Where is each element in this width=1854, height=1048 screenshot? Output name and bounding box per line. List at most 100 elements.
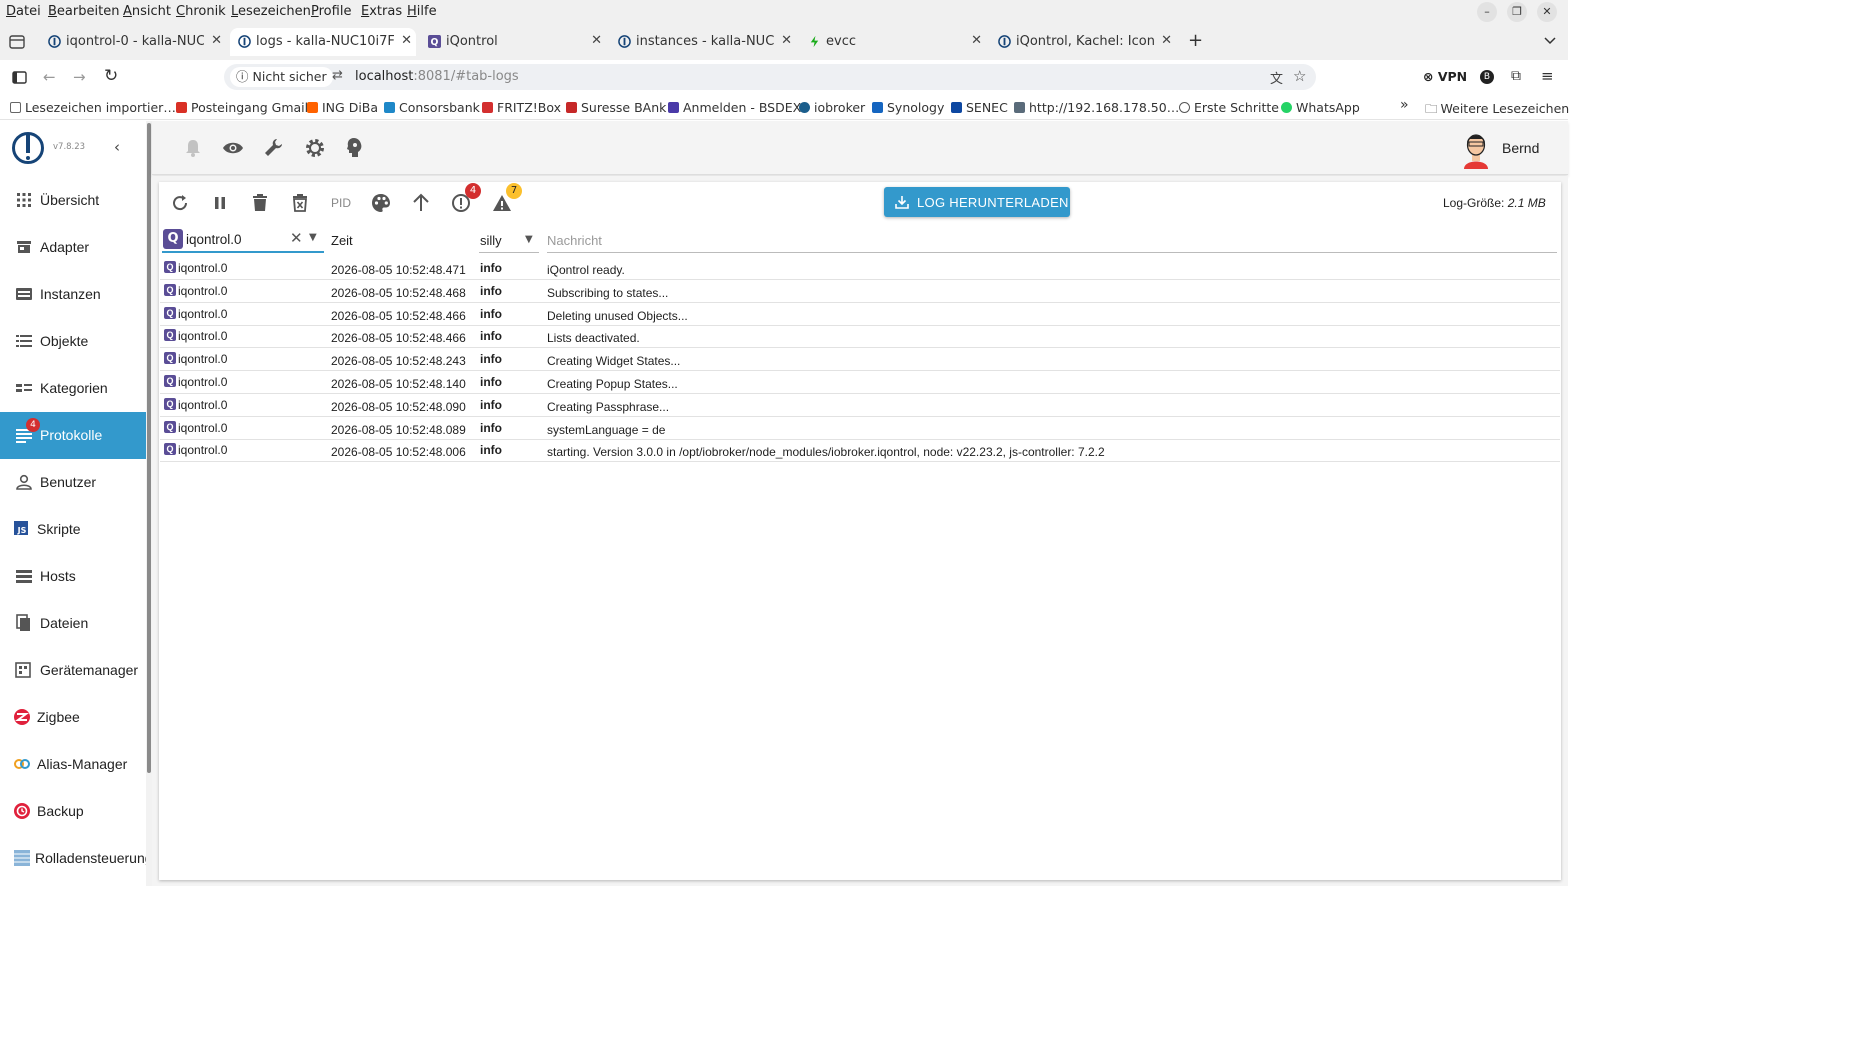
- menu-extras[interactable]: Extras: [361, 4, 402, 19]
- minimize-window-button[interactable]: –: [1477, 2, 1497, 22]
- bookmark-star-icon[interactable]: ☆: [1293, 67, 1306, 85]
- menu-datei[interactable]: Datei: [6, 4, 41, 19]
- bookmark-item[interactable]: Suresse BAnk: [566, 100, 666, 115]
- hamburger-menu-icon[interactable]: ≡: [1541, 67, 1554, 85]
- delete-forever-icon[interactable]: [289, 192, 311, 214]
- close-tab-icon[interactable]: ✕: [211, 33, 222, 48]
- log-row[interactable]: Qiqontrol.0 2026-08-05 10:52:48.243 info Cr…: [160, 348, 1560, 371]
- log-row[interactable]: Qiqontrol.0 2026-08-05 10:52:48.090 info Cr…: [160, 394, 1560, 417]
- log-row[interactable]: Qiqontrol.0 2026-08-05 10:52:48.140 info Cr…: [160, 371, 1560, 394]
- download-log-button[interactable]: LOG HERUNTERLADEN: [884, 187, 1070, 217]
- dropdown-arrow-icon[interactable]: ▼: [309, 232, 317, 243]
- delete-icon[interactable]: [249, 192, 271, 214]
- bookmark-item[interactable]: ING DiBa: [307, 100, 378, 115]
- bookmark-item[interactable]: http://192.168.178.50…: [1014, 100, 1179, 115]
- bookmark-item[interactable]: Consorsbank: [384, 100, 480, 115]
- extensions-icon[interactable]: ⧉: [1511, 68, 1521, 84]
- close-window-button[interactable]: ✕: [1537, 2, 1557, 22]
- site-settings-icon[interactable]: ⇄: [332, 68, 343, 83]
- browser-tab[interactable]: evcc ✕: [800, 28, 986, 56]
- wrench-icon[interactable]: [263, 137, 285, 159]
- message-filter-input[interactable]: Nachricht: [547, 227, 1557, 253]
- reload-icon[interactable]: ↻: [104, 66, 118, 86]
- bookmark-item[interactable]: Erste Schritte: [1179, 100, 1279, 115]
- other-bookmarks-folder[interactable]: 🗀 Weitere Lesezeichen: [1425, 100, 1569, 121]
- profile-avatar[interactable]: B: [1480, 70, 1494, 84]
- eye-icon[interactable]: [222, 140, 244, 156]
- source-filter[interactable]: Q iqontrol.0 ✕ ▼: [162, 227, 324, 253]
- palette-icon[interactable]: [370, 192, 392, 214]
- log-row[interactable]: Qiqontrol.0 2026-08-05 10:52:48.468 info Su…: [160, 280, 1560, 303]
- nav-item-adapter[interactable]: Adapter: [0, 224, 146, 271]
- browser-tab[interactable]: iQontrol, Kachel: Icon abh ✕: [990, 28, 1176, 56]
- close-tab-icon[interactable]: ✕: [591, 33, 602, 48]
- browser-tab[interactable]: instances - kalla-NUC10i7 ✕: [610, 28, 796, 56]
- notifications-bell-icon[interactable]: [184, 138, 202, 158]
- new-tab-button[interactable]: +: [1188, 30, 1203, 51]
- tab-overview-icon[interactable]: [9, 35, 25, 49]
- menu-ansicht[interactable]: Ansicht: [123, 4, 171, 19]
- bookmark-item[interactable]: Lesezeichen importier…: [10, 100, 176, 115]
- user-avatar[interactable]: [1460, 129, 1492, 169]
- nav-item-uebersicht[interactable]: Übersicht: [0, 177, 146, 224]
- close-tab-icon[interactable]: ✕: [781, 33, 792, 48]
- translate-icon[interactable]: 文: [1270, 68, 1283, 87]
- sidebar-toggle-icon[interactable]: [12, 71, 27, 84]
- pid-toggle[interactable]: PID: [331, 196, 351, 210]
- pause-icon[interactable]: [209, 192, 231, 214]
- chevron-down-icon[interactable]: [1544, 37, 1556, 45]
- log-row[interactable]: Qiqontrol.0 2026-08-05 10:52:48.471 info iQ…: [160, 257, 1560, 280]
- log-row[interactable]: Qiqontrol.0 2026-08-05 10:52:48.466 info Li…: [160, 325, 1560, 348]
- more-bookmarks-chevron-icon[interactable]: »: [1400, 97, 1409, 113]
- bookmark-item[interactable]: iobroker: [799, 100, 865, 115]
- back-icon[interactable]: ←: [43, 68, 56, 86]
- nav-item-protokolle[interactable]: 4 Protokolle: [0, 412, 146, 459]
- security-indicator[interactable]: ⓘ Nicht sicher: [230, 67, 333, 87]
- log-row[interactable]: Qiqontrol.0 2026-08-05 10:52:48.466 info De…: [160, 303, 1560, 326]
- clear-filter-icon[interactable]: ✕: [290, 229, 303, 247]
- restore-window-button[interactable]: ❐: [1507, 2, 1527, 22]
- nav-item-dateien[interactable]: Dateien: [0, 600, 146, 647]
- menu-chronik[interactable]: Chronik: [176, 4, 226, 19]
- nav-item-kategorien[interactable]: Kategorien: [0, 365, 146, 412]
- nav-item-skripte[interactable]: JS Skripte: [0, 506, 146, 553]
- nav-item-objekte[interactable]: Objekte: [0, 318, 146, 365]
- menu-lesezeichen[interactable]: Lesezeichen: [231, 4, 311, 19]
- vpn-button[interactable]: ⊗ VPN: [1423, 69, 1467, 84]
- browser-tab[interactable]: iqontrol-0 - kalla-NUC10i7 ✕: [40, 28, 226, 56]
- nav-item-alias-manager[interactable]: Alias-Manager: [0, 741, 146, 788]
- log-row[interactable]: Qiqontrol.0 2026-08-05 10:52:48.089 info sy…: [160, 417, 1560, 440]
- close-tab-icon[interactable]: ✕: [1161, 33, 1172, 48]
- bookmark-item[interactable]: Synology: [872, 100, 944, 115]
- menu-hilfe[interactable]: Hilfe: [407, 4, 437, 19]
- nav-item-backup[interactable]: Backup: [0, 788, 146, 835]
- browser-tab-active[interactable]: logs - kalla-NUC10i7FNH ✕: [230, 28, 416, 56]
- refresh-icon[interactable]: [169, 192, 191, 214]
- nav-item-geraetemanager[interactable]: Gerätemanager: [0, 647, 146, 694]
- head-profile-icon[interactable]: [345, 137, 365, 159]
- browser-tab[interactable]: Q iQontrol ✕: [420, 28, 606, 56]
- bookmark-item[interactable]: Posteingang Gmail: [176, 100, 308, 115]
- bookmark-item[interactable]: FRITZ!Box: [482, 100, 561, 115]
- nav-item-zigbee[interactable]: Zigbee: [0, 694, 146, 741]
- close-tab-icon[interactable]: ✕: [971, 33, 982, 48]
- nav-item-instanzen[interactable]: Instanzen: [0, 271, 146, 318]
- level-filter-select[interactable]: silly ▼: [479, 227, 539, 253]
- url-text[interactable]: localhost:8081/#tab-logs: [355, 69, 519, 84]
- nav-item-rolladensteuerung[interactable]: Rolladensteuerung: [0, 835, 146, 882]
- forward-icon[interactable]: →: [73, 68, 86, 86]
- collapse-sidebar-icon[interactable]: ‹: [114, 138, 120, 156]
- settings-gear-icon[interactable]: [304, 137, 326, 159]
- nav-item-hosts[interactable]: Hosts: [0, 553, 146, 600]
- arrow-up-icon[interactable]: [410, 192, 432, 214]
- close-tab-icon[interactable]: ✕: [401, 33, 412, 48]
- bookmark-item[interactable]: Anmelden - BSDEX: [668, 100, 801, 115]
- menu-bearbeiten[interactable]: Bearbeiten: [48, 4, 119, 19]
- nav-item-benutzer[interactable]: Benutzer: [0, 459, 146, 506]
- bookmark-item[interactable]: SENEC: [951, 100, 1008, 115]
- bookmark-item[interactable]: WhatsApp: [1281, 100, 1360, 115]
- menu-profile[interactable]: Profile: [311, 4, 351, 19]
- address-bar[interactable]: ⓘ Nicht sicher ⇄ localhost:8081/#tab-log…: [224, 64, 1316, 90]
- log-row[interactable]: Qiqontrol.0 2026-08-05 10:52:48.006 info st…: [160, 439, 1560, 462]
- log-source: iqontrol.0: [178, 261, 228, 275]
